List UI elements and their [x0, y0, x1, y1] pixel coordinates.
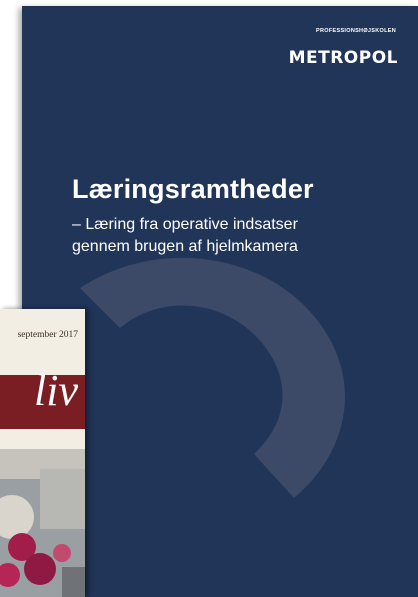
report-subtitle-line: – Læring fra operative indsatser — [72, 216, 298, 233]
page: PROFESSIONSHØJSKOLEN METROPOL Læringsram… — [0, 0, 418, 597]
cover-photo — [0, 449, 85, 597]
magazine-cover: september 2017 liv — [0, 309, 85, 597]
report-title: Læringsramtheder — [72, 174, 314, 204]
metropol-logo: METROPOL — [288, 48, 398, 68]
report-subtitle: – Læring fra operative indsatser gennem … — [72, 214, 392, 258]
institution-label: PROFESSIONSHØJSKOLEN — [316, 28, 396, 34]
magazine-date: september 2017 — [17, 330, 78, 340]
magazine-masthead: liv — [34, 366, 78, 415]
report-subtitle-line: gennem brugen af hjelmkamera — [72, 238, 298, 255]
